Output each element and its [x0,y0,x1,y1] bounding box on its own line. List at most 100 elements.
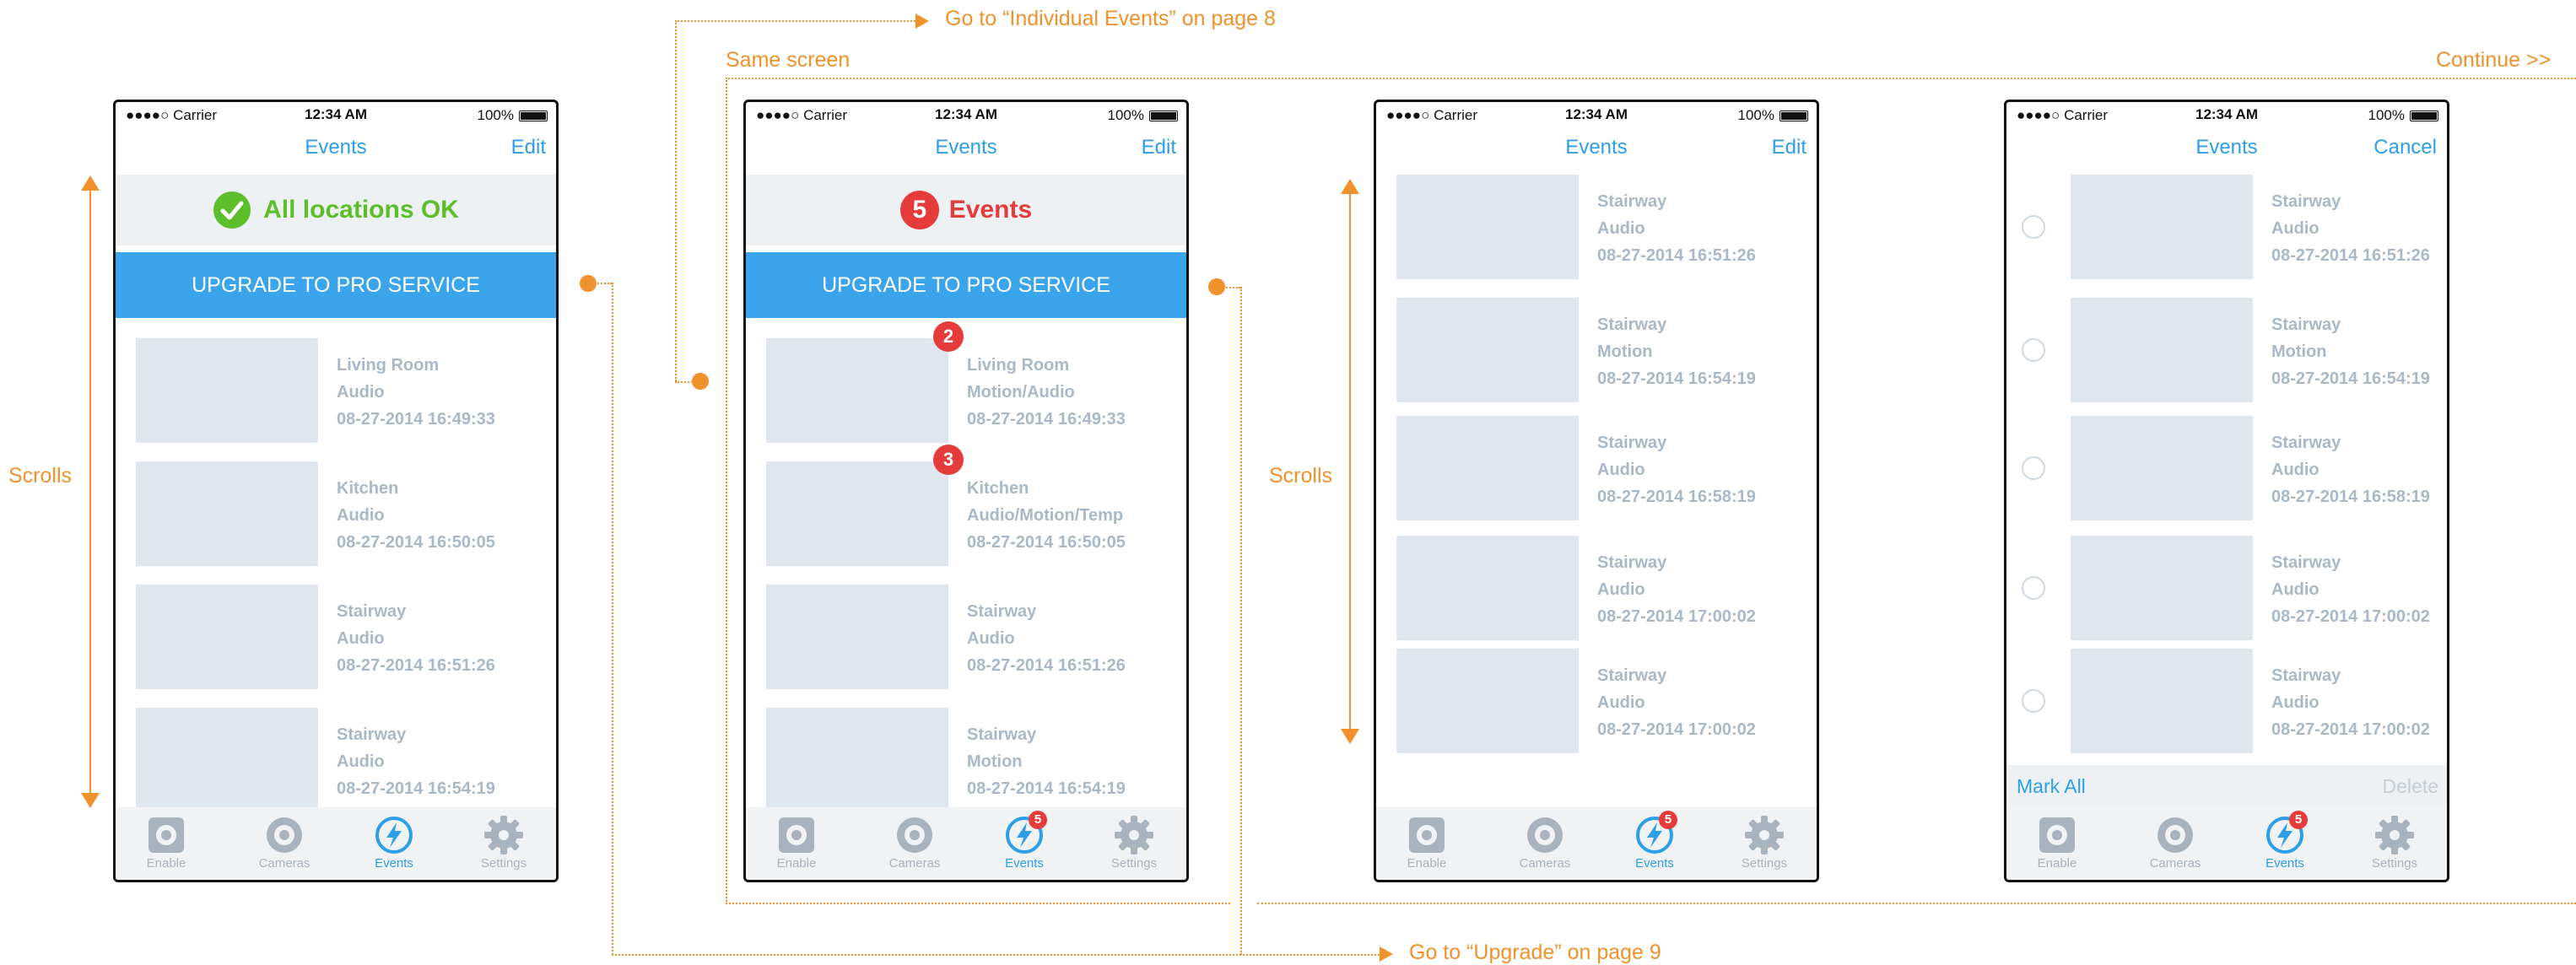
connector-line [588,283,612,284]
event-type: Audio [1597,693,1645,712]
battery-percent: 100% [477,107,514,123]
list-item[interactable]: 3 Kitchen Audio/Motion/Temp 08-27-2014 16:… [746,445,1186,566]
list-item[interactable]: Kitchen Audio 08-27-2014 16:50:05 [116,461,556,566]
annotation-same-screen: Same screen [726,48,851,72]
edit-button[interactable]: Edit [511,136,546,159]
list-item[interactable]: Stairway Audio 08-27-2014 17:00:02 [2006,649,2447,753]
list-item[interactable]: Stairway Audio 08-27-2014 16:58:19 [1376,416,1817,520]
tab-settings[interactable]: Settings [1714,814,1815,871]
tab-label: Events [1635,856,1674,871]
select-radio[interactable] [2022,215,2045,239]
tab-events[interactable]: 5 Events [2234,811,2336,871]
tab-cameras[interactable]: Cameras [1494,814,1596,871]
event-time: 08-27-2014 16:51:26 [337,656,495,675]
battery-icon [2410,110,2438,121]
list-item[interactable]: Stairway Audio 08-27-2014 16:51:26 [116,585,556,689]
connector-line [612,954,1380,956]
tab-enable[interactable]: Enable [116,814,217,871]
enable-icon [2039,817,2075,853]
tab-enable[interactable]: Enable [1376,814,1477,871]
tab-enable[interactable]: Enable [746,814,847,871]
tab-bar: Enable Cameras 5 Events Settings [2006,807,2447,880]
select-radio[interactable] [2022,338,2045,362]
status-bar: ●●●●○ Carrier 12:34 AM 100% [1376,102,1817,126]
delete-button[interactable]: Delete [2383,775,2438,798]
event-location: Stairway [1597,315,1667,334]
gear-icon [2375,816,2414,854]
list-item[interactable]: Stairway Audio 08-27-2014 17:00:02 [2006,536,2447,640]
tab-settings[interactable]: Settings [1083,814,1185,871]
enable-icon [149,817,184,853]
list-item[interactable]: Stairway Audio 08-27-2014 16:54:19 [116,708,556,812]
list-item[interactable]: Stairway Motion 08-27-2014 16:54:19 [1376,298,1817,402]
mark-all-button[interactable]: Mark All [2017,775,2086,798]
list-item[interactable]: Stairway Audio 08-27-2014 16:51:26 [1376,175,1817,279]
connector-line [675,20,915,22]
same-screen-bracket [726,78,2576,79]
event-thumbnail [136,461,318,566]
list-item[interactable]: Stairway Motion 08-27-2014 16:54:19 [2006,298,2447,402]
list-item[interactable]: Stairway Audio 08-27-2014 17:00:02 [1376,649,1817,753]
select-radio[interactable] [2022,576,2045,600]
scroll-arrow-icon [1341,179,1359,744]
event-type: Audio/Motion/Temp [967,506,1124,525]
list-item[interactable]: Stairway Motion 08-27-2014 16:54:19 [746,708,1186,812]
tab-events[interactable]: 5 Events [1604,811,1705,871]
status-bar: ●●●●○ Carrier 12:34 AM 100% [746,102,1186,126]
tab-events[interactable]: Events [343,814,445,871]
tab-label: Settings [2371,856,2418,871]
select-radio[interactable] [2022,456,2045,480]
notification-badge: 5 [2289,811,2308,829]
tab-bar: Enable Cameras 5 Events Settings [1376,807,1817,880]
tab-label: Settings [480,856,527,871]
upgrade-button[interactable]: UPGRADE TO PRO SERVICE [116,252,556,318]
tab-label: Enable [1407,856,1447,871]
page-title: Events [935,136,997,159]
tab-cameras[interactable]: Cameras [864,814,965,871]
event-time: 08-27-2014 16:49:33 [337,410,495,429]
list-item[interactable]: Stairway Audio 08-27-2014 16:51:26 [746,585,1186,689]
event-type: Audio [2271,580,2319,599]
list-item[interactable]: Stairway Audio 08-27-2014 17:00:02 [1376,536,1817,640]
tab-label: Cameras [258,856,311,871]
event-time: 08-27-2014 16:54:19 [1597,369,1756,388]
arrow-right-icon [915,13,929,29]
event-location: Stairway [337,725,407,744]
list-item[interactable]: Living Room Audio 08-27-2014 16:49:33 [116,338,556,443]
event-type: Motion [967,752,1023,771]
list-item[interactable]: 2 Living Room Motion/Audio 08-27-2014 16:4… [746,321,1186,443]
tab-enable[interactable]: Enable [2006,814,2108,871]
event-time: 08-27-2014 17:00:02 [2271,720,2430,739]
event-location: Stairway [967,725,1037,744]
list-item[interactable]: Stairway Audio 08-27-2014 16:58:19 [2006,416,2447,520]
battery-icon [1149,110,1178,121]
upgrade-button[interactable]: UPGRADE TO PRO SERVICE [746,252,1186,318]
tab-label: Settings [1741,856,1788,871]
event-thumbnail [2071,416,2253,520]
event-thumbnail [136,708,318,812]
status-bar: ●●●●○ Carrier 12:34 AM 100% [2006,102,2447,126]
event-location: Stairway [1597,434,1667,452]
event-type: Motion/Audio [967,383,1075,402]
edit-button[interactable]: Edit [1142,136,1176,159]
event-time: 08-27-2014 17:00:02 [2271,607,2430,626]
cancel-button[interactable]: Cancel [2373,136,2437,159]
tab-events[interactable]: 5 Events [974,811,1075,871]
edit-button[interactable]: Edit [1772,136,1806,159]
event-thumbnail [2071,536,2253,640]
status-text: All locations OK [263,196,459,224]
tab-settings[interactable]: Settings [453,814,554,871]
enable-icon [1409,817,1445,853]
tab-cameras[interactable]: Cameras [2125,814,2226,871]
select-radio[interactable] [2022,689,2045,713]
gear-icon [484,816,523,854]
nav-bar: Events Cancel [2006,127,2447,168]
tab-cameras[interactable]: Cameras [234,814,335,871]
tab-settings[interactable]: Settings [2344,814,2445,871]
battery-icon [519,110,548,121]
list-item[interactable]: Stairway Audio 08-27-2014 16:51:26 [2006,175,2447,279]
phone-screen-events-alert: ●●●●○ Carrier 12:34 AM 100% Events Edit … [743,100,1189,882]
annotation-upgrade: Go to “Upgrade” on page 9 [1409,941,1661,964]
event-thumbnail [2071,298,2253,402]
phone-screen-events-scrolled: ●●●●○ Carrier 12:34 AM 100% Events Edit … [1374,100,1819,882]
